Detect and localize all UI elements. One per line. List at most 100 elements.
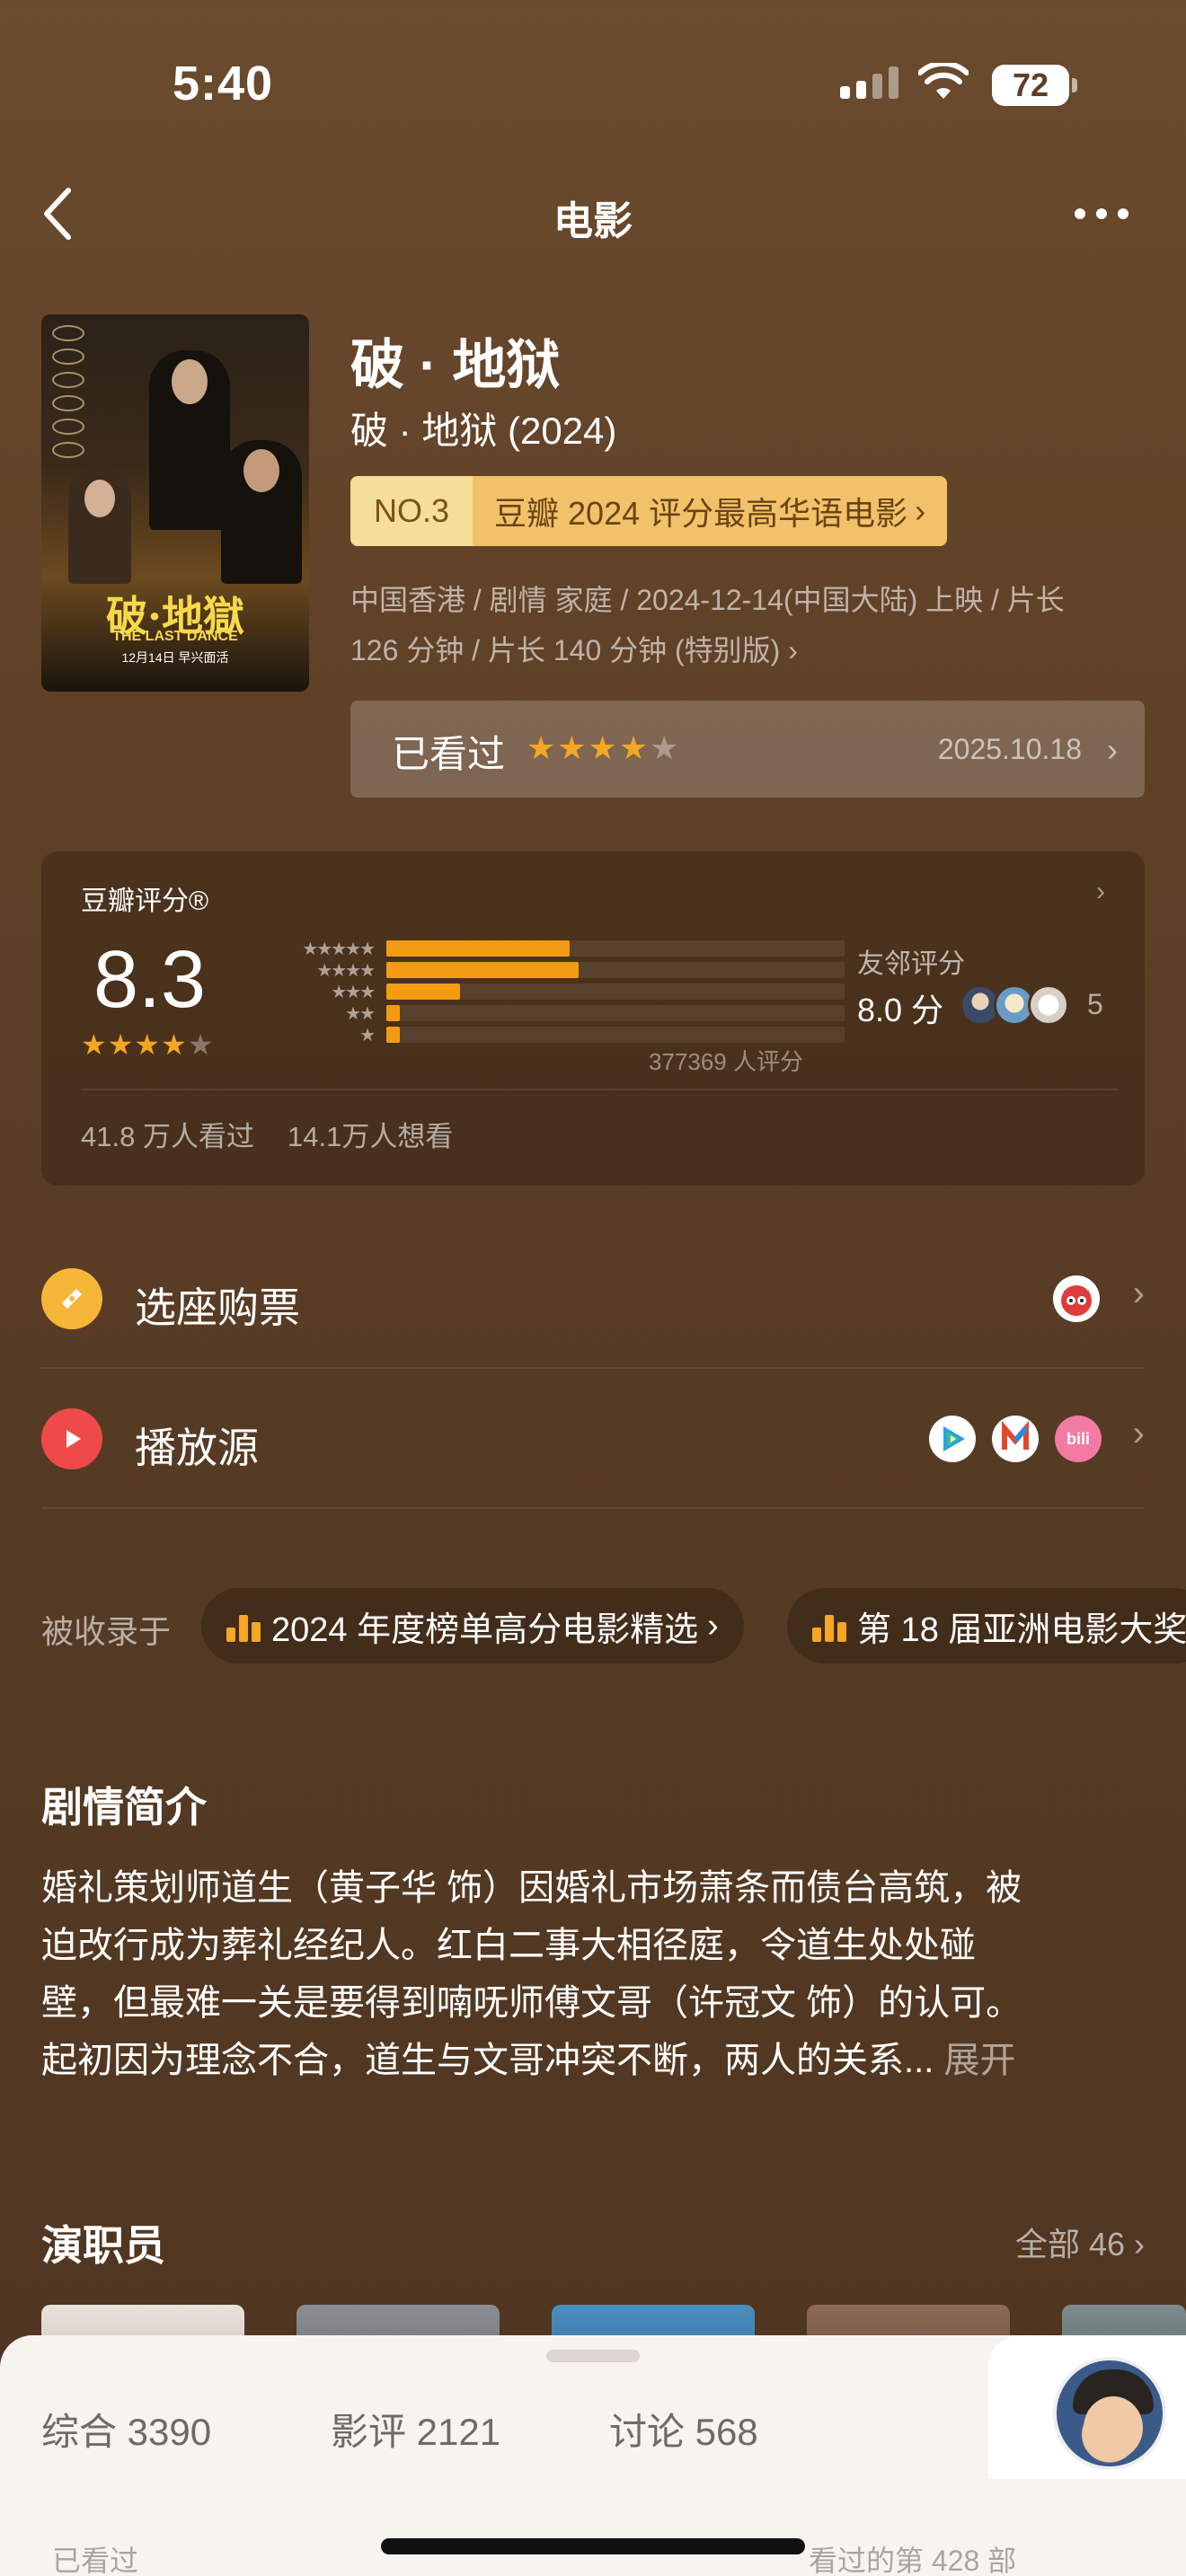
tencent-video-icon — [929, 1416, 976, 1462]
friends-rating-score: 8.0 分 — [857, 992, 944, 1028]
rating-bar-stars: ★★★ — [331, 982, 376, 1002]
rating-count: 377369 人评分 — [649, 1048, 803, 1075]
collection-chip-label: 第 18 届亚洲电影大奖 — [857, 1610, 1186, 1649]
meta-line-wrap: 126 分钟 / 片长 140 分钟 (特别版) › — [350, 625, 1141, 675]
ticket-icon — [41, 1268, 102, 1329]
rating-bar-stars: ★★ — [345, 1003, 376, 1024]
mango-tv-icon — [992, 1416, 1039, 1462]
rank-badge[interactable]: NO.3 豆瓣 2024 评分最高华语电影 › — [350, 476, 948, 546]
rank-number: NO.3 — [350, 476, 474, 546]
wifi-icon — [918, 63, 969, 99]
rating-bar-stars: ★★★★ — [316, 960, 376, 981]
seen-label: 已看过 — [392, 733, 506, 775]
cast-all-label: 全部 46 — [1014, 2226, 1125, 2263]
meta-line: 中国香港 / 剧情 家庭 / 2024-12-14(中国大陆) 上映 / 片长 — [350, 584, 1065, 616]
poster-figure — [68, 467, 131, 584]
tab-discussions[interactable]: 讨论 568 — [609, 2402, 758, 2457]
play-source-label: 播放源 — [135, 1425, 259, 1471]
rating-bar-row: ★★★★★ — [248, 938, 859, 959]
poster-subtitle: THE LAST DANCE — [112, 629, 238, 644]
rating-bar-track — [386, 1005, 845, 1021]
trophy-icon — [812, 1608, 848, 1644]
sheet-handle[interactable] — [546, 2350, 640, 2362]
synopsis-line: 壁，但最难一关是要得到喃呒师傅文哥（许冠文 饰）的认可。 — [41, 1983, 1022, 2023]
rating-bar-track — [386, 940, 845, 957]
meta-line: 126 分钟 / 片长 140 分钟 (特别版) — [350, 634, 781, 666]
rating-distribution: ★★★★★ ★★★★ ★★★ ★★ ★ — [248, 938, 859, 1045]
chevron-right-icon: › — [707, 1606, 719, 1645]
chevron-right-icon: › — [1132, 1414, 1145, 1453]
rank-text-wrap: 豆瓣 2024 评分最高华语电影 › — [473, 476, 948, 546]
poster-figure — [149, 350, 230, 530]
rating-bar-stars: ★ — [359, 1025, 376, 1045]
rating-bar-track — [386, 984, 845, 1000]
rating-score: 8.3 — [93, 935, 207, 1025]
synopsis-text[interactable]: 婚礼策划师道生（黄子华 饰）因婚礼市场萧条而债台高筑，被 迫改行成为葬礼经纪人。… — [41, 1859, 1145, 2089]
chevron-right-icon: › — [1107, 731, 1118, 768]
synopsis-line: 婚礼策划师道生（黄子华 饰）因婚礼市场萧条而债台高筑，被 — [41, 1868, 1022, 1908]
maoyan-icon — [1053, 1275, 1100, 1322]
play-source-row[interactable]: 播放源 bili › — [41, 1369, 1145, 1509]
play-icon — [41, 1408, 102, 1469]
cast-title: 演职员 — [41, 2222, 165, 2269]
friends-count: 5 — [1087, 988, 1103, 1020]
rating-bar-row: ★ — [248, 1024, 859, 1045]
movie-title: 破 · 地狱 — [350, 335, 561, 395]
status-time: 5:40 — [173, 57, 274, 110]
my-rating-stars: ★★★★★ — [527, 729, 681, 766]
rank-text: 豆瓣 2024 评分最高华语电影 — [494, 495, 908, 532]
tickets-label: 选座购票 — [135, 1284, 300, 1331]
chevron-right-icon: › — [1132, 1274, 1145, 1313]
movie-original-title: 破 · 地狱 (2024) — [350, 410, 617, 452]
want-count[interactable]: 14.1万人想看 — [288, 1114, 453, 1154]
battery-indicator: 72 — [992, 65, 1077, 106]
rating-bar-row: ★★★★ — [248, 959, 859, 981]
expand-link[interactable]: 展开 — [943, 2041, 1015, 2080]
poster-date: 12月14日 早兴面活 — [121, 650, 229, 665]
rating-stars: ★★★★★ — [81, 1028, 215, 1061]
trophy-icon — [226, 1608, 262, 1644]
movie-poster[interactable]: 破·地獄 THE LAST DANCE 12月14日 早兴面活 — [41, 314, 309, 692]
user-avatar[interactable] — [1053, 2357, 1166, 2470]
bilibili-icon: bili — [1055, 1416, 1102, 1462]
my-rating-bar[interactable]: 已看过 ★★★★★ 2025.10.18 › — [350, 701, 1145, 798]
rating-bar-row: ★★★ — [248, 981, 859, 1002]
movie-meta[interactable]: 中国香港 / 剧情 家庭 / 2024-12-14(中国大陆) 上映 / 片长 … — [350, 575, 1141, 675]
rating-card[interactable]: 豆瓣评分® › 8.3 ★★★★★ ★★★★★ ★★★★ ★★★ ★★ ★ 377369… — [41, 851, 1145, 1186]
divider — [81, 1089, 1118, 1090]
poster-figure — [221, 440, 302, 584]
rating-bar-fill — [386, 984, 460, 1000]
page-title: 电影 — [553, 199, 633, 243]
friends-rating-label: 友邻评分 — [857, 949, 965, 979]
rating-bar-track — [386, 962, 845, 978]
rating-bar-track — [386, 1027, 845, 1043]
chevron-right-icon: › — [915, 492, 926, 529]
collection-chip[interactable]: 2024 年度榜单高分电影精选 › — [201, 1588, 744, 1663]
chevron-right-icon: › — [1134, 2226, 1145, 2263]
friend-avatar — [1028, 984, 1069, 1026]
more-icon[interactable] — [1075, 208, 1128, 219]
collection-chip-label: 2024 年度榜单高分电影精选 — [271, 1610, 699, 1649]
seen-count[interactable]: 41.8 万人看过 — [81, 1114, 254, 1154]
award-laurels — [52, 325, 88, 487]
chevron-right-icon: › — [1096, 877, 1105, 906]
rating-bar-row: ★★ — [248, 1002, 859, 1024]
signal-icon — [840, 66, 898, 99]
synopsis-line-wrap: 起初因为理念不合，道生与文哥冲突不断，两人的关系... 展开 — [41, 2032, 1145, 2089]
rating-bar-stars: ★★★★★ — [302, 939, 376, 959]
tab-reviews[interactable]: 影评 2121 — [331, 2402, 500, 2457]
collection-chip[interactable]: 第 18 届亚洲电影大奖 — [787, 1588, 1186, 1663]
rating-bar-fill — [386, 1027, 401, 1043]
synopsis-line: 起初因为理念不合，道生与文哥冲突不断，两人的关系... — [41, 2041, 934, 2080]
seen-date: 2025.10.18 — [937, 733, 1082, 765]
synopsis-title: 剧情简介 — [41, 1784, 207, 1831]
rating-bar-fill — [386, 962, 580, 978]
home-indicator[interactable] — [381, 2538, 805, 2554]
rating-title: 豆瓣评分® — [81, 887, 209, 916]
cast-all-link[interactable]: 全部 46 › — [1015, 2219, 1145, 2265]
tickets-row[interactable]: 选座购票 › — [41, 1229, 1145, 1369]
tab-general[interactable]: 综合 3390 — [41, 2402, 211, 2457]
rating-bar-fill — [386, 1005, 401, 1021]
below-status: 已看过 — [52, 2545, 139, 2576]
rating-bar-fill — [386, 940, 570, 957]
